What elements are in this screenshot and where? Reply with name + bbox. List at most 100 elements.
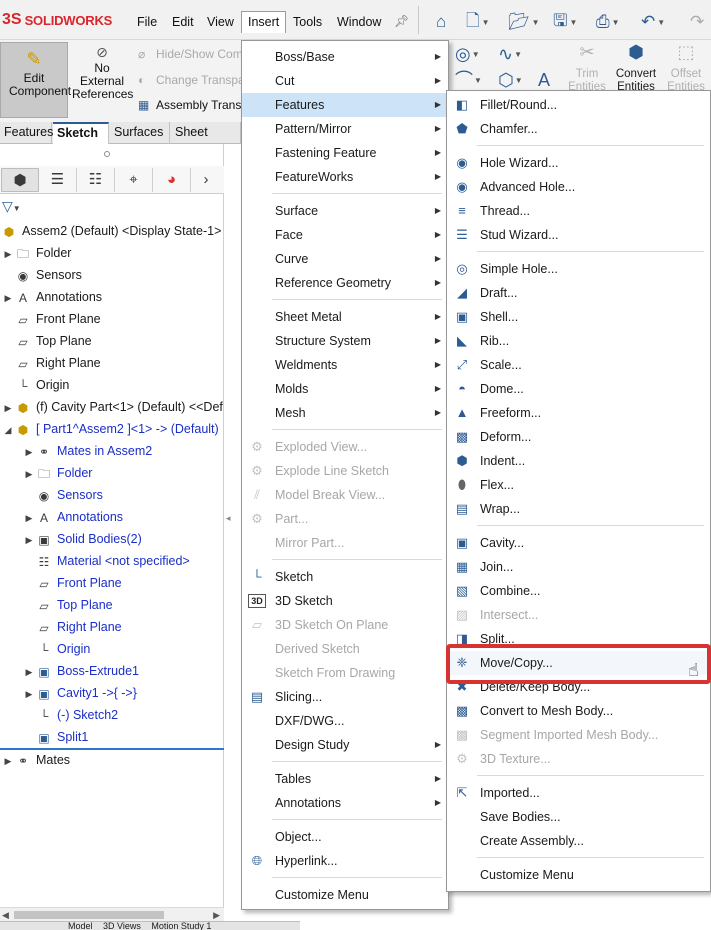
menu-item-join[interactable]: ▦ Join... (447, 555, 710, 579)
expand-arrow-icon[interactable]: ▶ (2, 243, 14, 265)
menu-item-object[interactable]: Object... (242, 825, 448, 849)
menu-item-dxf-dwg[interactable]: DXF/DWG... (242, 709, 448, 733)
menu-item-flex[interactable]: ⬮ Flex... (447, 473, 710, 497)
menu-window[interactable]: Window (331, 11, 387, 33)
tree-item-sensors[interactable]: ◉ Sensors (2, 264, 82, 286)
undo-icon[interactable]: ↶ ▼ (641, 10, 665, 34)
pin-icon[interactable]: 📌︎ (394, 14, 409, 28)
arc-icon[interactable]: ⌒▼ (455, 70, 482, 91)
menu-item-structure-system[interactable]: Structure System ▶ (242, 329, 448, 353)
panel-splitter-handle[interactable] (104, 151, 110, 157)
menu-item-derived-sketch[interactable]: Derived Sketch (242, 637, 448, 661)
menu-item-annotations[interactable]: Annotations ▶ (242, 791, 448, 815)
tree-item-part1[interactable]: ◢ ⬢[ Part1^Assem2 ]<1> -> (Default) (2, 418, 219, 440)
menu-item-customize-menu[interactable]: Customize Menu (242, 883, 448, 907)
menu-item-wrap[interactable]: ▤ Wrap... (447, 497, 710, 521)
tree-item-sketch2[interactable]: └ (-) Sketch2 (23, 704, 118, 726)
circle-icon[interactable]: ◎▼ (455, 44, 480, 65)
menu-item-boss-base[interactable]: Boss/Base ▶ (242, 45, 448, 69)
feature-manager-icon[interactable]: ⬢ (1, 168, 39, 192)
tab-sheet-metal[interactable]: Sheet Metal (171, 122, 241, 159)
tree-item-sub-top-plane[interactable]: ▱ Top Plane (23, 594, 112, 616)
menu-item-featureworks[interactable]: FeatureWorks ▶ (242, 165, 448, 189)
menu-item-design-study[interactable]: Design Study ▶ (242, 733, 448, 757)
menu-item-features[interactable]: Features ▶ (242, 93, 448, 117)
tree-item-split1[interactable]: ▣ Split1 (23, 726, 88, 748)
menu-item-hole-wizard[interactable]: ◉ Hole Wizard... (447, 151, 710, 175)
tree-item-sub-annotations[interactable]: ▶ A Annotations (23, 506, 124, 528)
menu-item-tables[interactable]: Tables ▶ (242, 767, 448, 791)
menu-item-surface[interactable]: Surface ▶ (242, 199, 448, 223)
menu-item-dome[interactable]: ◓ Dome... (447, 377, 710, 401)
print-icon[interactable]: ⎙ ▼ (596, 10, 620, 34)
menu-item-reference-geometry[interactable]: Reference Geometry ▶ (242, 271, 448, 295)
tree-item-material[interactable]: ☷ Material <not specified> (23, 550, 190, 572)
menu-item-3d-texture[interactable]: ⚙ 3D Texture... (447, 747, 710, 771)
menu-item-save-bodies[interactable]: Save Bodies... (447, 805, 710, 829)
menu-item-weldments[interactable]: Weldments ▶ (242, 353, 448, 377)
tree-item-boss-extrude1[interactable]: ▶ ▣ Boss-Extrude1 (23, 660, 139, 682)
menu-item-thread[interactable]: ≡ Thread... (447, 199, 710, 223)
menu-item-mesh[interactable]: Mesh ▶ (242, 401, 448, 425)
menu-item-molds[interactable]: Molds ▶ (242, 377, 448, 401)
menu-item-3d-sketch-on-plane[interactable]: ▱ 3D Sketch On Plane (242, 613, 448, 637)
scroll-right-icon[interactable]: ▶ (213, 908, 220, 922)
menu-item-curve[interactable]: Curve ▶ (242, 247, 448, 271)
menu-item-indent[interactable]: ⬢ Indent... (447, 449, 710, 473)
menu-item-cut[interactable]: Cut ▶ (242, 69, 448, 93)
open-icon[interactable]: 📂︎ ▼ (508, 10, 540, 34)
menu-item-3d-sketch[interactable]: 3D 3D Sketch (242, 589, 448, 613)
polygon-icon[interactable]: ⬡▼ (498, 70, 523, 91)
menu-item-intersect[interactable]: ▨ Intersect... (447, 603, 710, 627)
menu-view[interactable]: View (201, 11, 240, 33)
tab-sketch[interactable]: Sketch (53, 122, 109, 144)
expand-arrow-icon[interactable]: ▶ (23, 441, 35, 463)
menu-item-pattern-mirror[interactable]: Pattern/Mirror ▶ (242, 117, 448, 141)
new-document-icon[interactable]: 🗋︎ ▼ (466, 10, 490, 34)
menu-item-sketch-from-drawing[interactable]: Sketch From Drawing (242, 661, 448, 685)
expand-arrow-icon[interactable]: ▶ (23, 683, 35, 705)
tree-item-front-plane[interactable]: ▱ Front Plane (2, 308, 100, 330)
menu-item-mirror-part[interactable]: Mirror Part... (242, 531, 448, 555)
menu-item-cavity[interactable]: ▣ Cavity... (447, 531, 710, 555)
offset-entities-button[interactable]: ⬚ Offset Entities (664, 43, 708, 94)
collapse-arrow-icon[interactable]: ◢ (2, 419, 14, 441)
tree-item-root-assembly[interactable]: ⬢ Assem2 (Default) <Display State-1> (0, 220, 222, 242)
menu-item-features-customize-menu[interactable]: Customize Menu (447, 863, 710, 887)
tab-3d-views[interactable]: 3D Views (99, 922, 145, 930)
expand-arrow-icon[interactable]: ▶ (2, 397, 14, 419)
expand-arrow-icon[interactable]: ▶ (23, 463, 35, 485)
menu-item-freeform[interactable]: ▲ Freeform... (447, 401, 710, 425)
convert-entities-button[interactable]: ⬢ Convert Entities (612, 43, 660, 94)
expand-arrow-icon[interactable]: ▶ (23, 661, 35, 683)
menu-item-scale[interactable]: ⤢ Scale... (447, 353, 710, 377)
horizontal-scrollbar[interactable]: ◀ ▶ (0, 907, 224, 921)
tab-motion-study[interactable]: Motion Study 1 (147, 922, 215, 930)
menu-item-draft[interactable]: ◢ Draft... (447, 281, 710, 305)
redo-icon[interactable]: ↷ (690, 10, 704, 34)
menu-item-combine[interactable]: ▧ Combine... (447, 579, 710, 603)
tree-item-folder[interactable]: ▶ 🗀︎ Folder (2, 242, 72, 265)
tree-item-mates[interactable]: ▶ ⚭ Mates (2, 749, 71, 772)
menu-item-fillet-round[interactable]: ◧ Fillet/Round... (447, 93, 710, 117)
home-icon[interactable]: ⌂ (436, 10, 446, 34)
tree-item-mates-in-assem2[interactable]: ▶ ⚭ Mates in Assem2 (23, 440, 153, 463)
menu-insert[interactable]: Insert (241, 11, 287, 33)
menu-item-chamfer[interactable]: ⬟ Chamfer... (447, 117, 710, 141)
menu-item-sketch[interactable]: └ Sketch (242, 565, 448, 589)
tab-features[interactable]: Features (0, 122, 53, 144)
solidworks-logo[interactable]: 3S SOLIDWORKS (2, 10, 112, 30)
dimxpert-icon[interactable]: ⌖ (115, 168, 153, 192)
tab-surfaces[interactable]: Surfaces (110, 122, 170, 144)
menu-item-convert-to-mesh-body[interactable]: ▩ Convert to Mesh Body... (447, 699, 710, 723)
tree-item-sub-front-plane[interactable]: ▱ Front Plane (23, 572, 121, 594)
spline-icon[interactable]: ∿▼ (498, 44, 522, 65)
tree-item-sub-folder[interactable]: ▶ 🗀︎ Folder (23, 462, 93, 485)
menu-item-face[interactable]: Face ▶ (242, 223, 448, 247)
menu-item-fastening-feature[interactable]: Fastening Feature ▶ (242, 141, 448, 165)
expand-arrow-icon[interactable]: ▶ (2, 750, 14, 772)
no-external-references-button[interactable]: ⊘ No External References (72, 45, 133, 101)
tree-item-annotations[interactable]: ▶ A Annotations (2, 286, 103, 308)
trim-entities-button[interactable]: ✂ Trim Entities (566, 43, 608, 94)
scrollbar-thumb[interactable] (14, 911, 164, 919)
